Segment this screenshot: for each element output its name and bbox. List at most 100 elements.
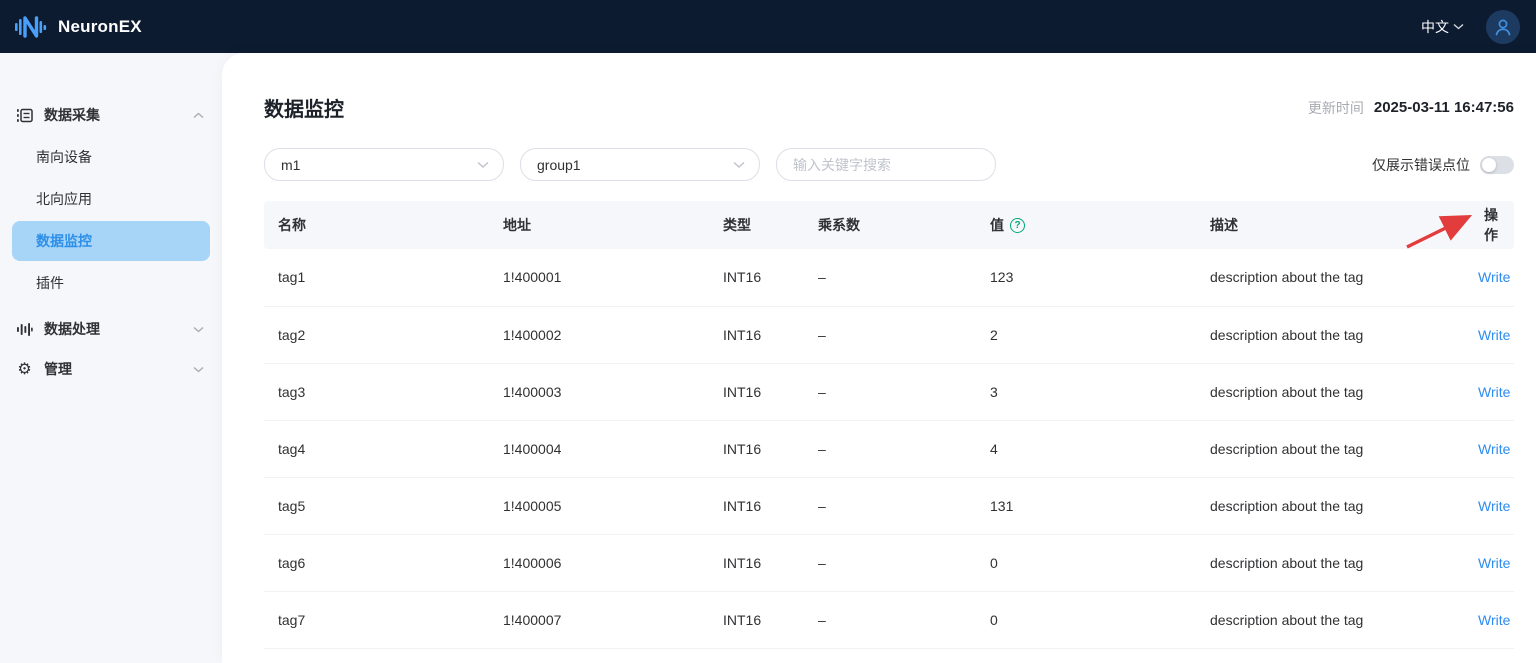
- write-link[interactable]: Write: [1478, 612, 1510, 628]
- cell-multiplier: –: [804, 534, 976, 591]
- sidebar-item-label: 数据监控: [36, 231, 92, 251]
- cell-value: 131: [976, 477, 1196, 534]
- error-only-toggle[interactable]: [1480, 156, 1514, 174]
- cell-value: 3: [976, 363, 1196, 420]
- user-icon: [1492, 16, 1514, 38]
- sidebar-item-northbound-apps[interactable]: 北向应用: [12, 179, 210, 219]
- error-toggle-label: 仅展示错误点位: [1372, 155, 1470, 175]
- processing-icon: [16, 321, 33, 338]
- sidebar-item-southbound-devices[interactable]: 南向设备: [12, 137, 210, 177]
- cell-multiplier: –: [804, 420, 976, 477]
- col-header-type: 类型: [709, 201, 804, 249]
- cell-name: tag3: [264, 363, 489, 420]
- cell-description: description about the tag: [1196, 477, 1464, 534]
- cell-name: tag4: [264, 420, 489, 477]
- cell-type: INT16: [709, 249, 804, 306]
- table-row: tag3 1!400003 INT16 – 3 description abou…: [264, 363, 1514, 420]
- sidebar-item-data-monitoring[interactable]: 数据监控: [12, 221, 210, 261]
- table-row: tag5 1!400005 INT16 – 131 description ab…: [264, 477, 1514, 534]
- search-input[interactable]: [776, 148, 996, 181]
- chevron-down-icon: [477, 161, 489, 169]
- col-header-multiplier: 乘系数: [804, 201, 976, 249]
- update-time-value: 2025-03-11 16:47:56: [1374, 99, 1514, 116]
- cell-description: description about the tag: [1196, 363, 1464, 420]
- group-select[interactable]: group1: [520, 148, 760, 181]
- main-content: 数据监控 更新时间 2025-03-11 16:47:56 m1 group1: [222, 53, 1536, 663]
- sidebar-section-label: 数据处理: [44, 319, 182, 339]
- cell-type: INT16: [709, 420, 804, 477]
- cell-address: 1!400001: [489, 249, 709, 306]
- cell-description: description about the tag: [1196, 306, 1464, 363]
- cell-type: INT16: [709, 306, 804, 363]
- write-link[interactable]: Write: [1478, 555, 1510, 571]
- cell-multiplier: –: [804, 306, 976, 363]
- col-header-name: 名称: [264, 201, 489, 249]
- cell-description: description about the tag: [1196, 420, 1464, 477]
- col-header-description: 描述: [1196, 201, 1464, 249]
- write-link[interactable]: Write: [1478, 384, 1510, 400]
- cell-value: 0: [976, 591, 1196, 648]
- write-link[interactable]: Write: [1478, 441, 1510, 457]
- node-select-value: m1: [281, 157, 300, 173]
- col-header-value: 值 ?: [976, 201, 1196, 249]
- cell-action: Write: [1464, 477, 1514, 534]
- update-time-label: 更新时间: [1308, 98, 1364, 118]
- sidebar-section-management[interactable]: ⚙ 管理: [0, 349, 222, 389]
- sidebar-item-plugins[interactable]: 插件: [12, 263, 210, 303]
- chevron-down-icon: [193, 326, 204, 333]
- cell-name: tag7: [264, 591, 489, 648]
- cell-address: 1!400007: [489, 591, 709, 648]
- table-row: tag7 1!400007 INT16 – 0 description abou…: [264, 591, 1514, 648]
- chevron-down-icon: [733, 161, 745, 169]
- cell-address: 1!400005: [489, 477, 709, 534]
- cell-multiplier: –: [804, 363, 976, 420]
- cell-name: tag5: [264, 477, 489, 534]
- sidebar-item-label: 北向应用: [36, 189, 92, 209]
- sidebar: 数据采集 南向设备 北向应用 数据监控 插件: [0, 53, 222, 663]
- cell-name: tag1: [264, 249, 489, 306]
- write-link[interactable]: Write: [1478, 269, 1510, 285]
- cell-address: 1!400003: [489, 363, 709, 420]
- col-header-action: 操作: [1464, 201, 1514, 249]
- write-link[interactable]: Write: [1478, 327, 1510, 343]
- cell-address: 1!400002: [489, 306, 709, 363]
- cell-value: 2: [976, 306, 1196, 363]
- chevron-down-icon: [1453, 23, 1464, 30]
- chevron-up-icon: [193, 112, 204, 119]
- cell-name: tag6: [264, 534, 489, 591]
- cell-action: Write: [1464, 534, 1514, 591]
- write-link[interactable]: Write: [1478, 498, 1510, 514]
- user-avatar[interactable]: [1486, 10, 1520, 44]
- cell-address: 1!400004: [489, 420, 709, 477]
- cell-name: tag2: [264, 306, 489, 363]
- table-row: tag2 1!400002 INT16 – 2 description abou…: [264, 306, 1514, 363]
- sidebar-item-label: 南向设备: [36, 147, 92, 167]
- top-navbar: NeuronEX 中文: [0, 0, 1536, 53]
- cell-action: Write: [1464, 363, 1514, 420]
- sidebar-section-data-processing[interactable]: 数据处理: [0, 309, 222, 349]
- chevron-down-icon: [193, 366, 204, 373]
- cell-value: 123: [976, 249, 1196, 306]
- sidebar-item-label: 插件: [36, 273, 64, 293]
- toggle-knob: [1482, 158, 1496, 172]
- collection-icon: [16, 107, 33, 124]
- cell-multiplier: –: [804, 249, 976, 306]
- sidebar-section-data-collection[interactable]: 数据采集: [0, 95, 222, 135]
- cell-value: 0: [976, 534, 1196, 591]
- cell-value: 4: [976, 420, 1196, 477]
- brand: NeuronEX: [14, 13, 142, 41]
- language-switcher[interactable]: 中文: [1421, 17, 1464, 37]
- cell-action: Write: [1464, 420, 1514, 477]
- cell-description: description about the tag: [1196, 534, 1464, 591]
- help-icon[interactable]: ?: [1010, 218, 1025, 233]
- group-select-value: group1: [537, 157, 581, 173]
- table-body: tag1 1!400001 INT16 – 123 description ab…: [264, 249, 1514, 648]
- cell-action: Write: [1464, 306, 1514, 363]
- sidebar-submenu: 南向设备 北向应用 数据监控 插件: [0, 137, 222, 303]
- cell-type: INT16: [709, 591, 804, 648]
- sidebar-section-label: 数据采集: [44, 105, 182, 125]
- node-select[interactable]: m1: [264, 148, 504, 181]
- cell-multiplier: –: [804, 477, 976, 534]
- language-label: 中文: [1421, 17, 1449, 37]
- cell-address: 1!400006: [489, 534, 709, 591]
